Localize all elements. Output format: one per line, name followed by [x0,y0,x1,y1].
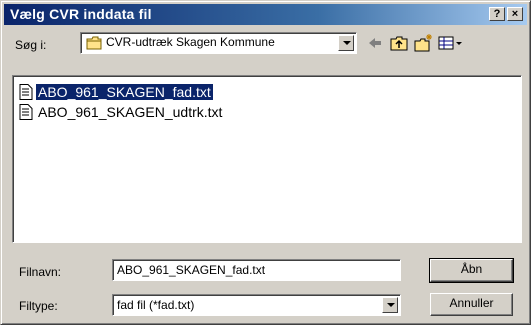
lookin-dropdown-button[interactable] [338,35,354,51]
lookin-value: CVR-udtræk Skagen Kommune [106,35,275,49]
open-file-dialog: Vælg CVR inddata fil ? × Søg i: CVR-udtr… [0,0,531,325]
text-file-icon [19,104,33,120]
file-list[interactable]: ABO_961_SKAGEN_fad.txt ABO_961_SKAGEN_ud… [12,75,522,243]
title-bar[interactable]: Vælg CVR inddata fil ? × [4,4,527,25]
dialog-title: Vælg CVR inddata fil [10,6,152,22]
lookin-dropdown[interactable]: CVR-udtræk Skagen Kommune [80,32,357,54]
back-arrow-icon[interactable] [364,33,386,53]
lookin-label: Søg i: [15,38,47,52]
file-name: ABO_961_SKAGEN_udtrk.txt [38,104,223,120]
view-menu-icon[interactable] [436,33,466,53]
filename-label: Filnavn: [19,265,62,279]
up-folder-icon[interactable] [388,33,410,53]
new-folder-icon[interactable] [412,33,434,53]
close-button[interactable]: × [507,7,523,21]
folder-icon [86,36,102,50]
cancel-button[interactable]: Annuller [430,293,513,316]
text-file-icon [19,84,33,100]
filetype-label: Filtype: [19,299,58,313]
filetype-dropdown[interactable]: fad fil (*fad.txt) [112,294,401,316]
help-button[interactable]: ? [489,7,505,21]
open-button[interactable]: Åbn [429,258,514,283]
filetype-value: fad fil (*fad.txt) [117,298,195,312]
filename-input[interactable]: ABO_961_SKAGEN_fad.txt [112,259,401,281]
file-name: ABO_961_SKAGEN_fad.txt [35,83,214,101]
filetype-dropdown-button[interactable] [382,297,398,313]
